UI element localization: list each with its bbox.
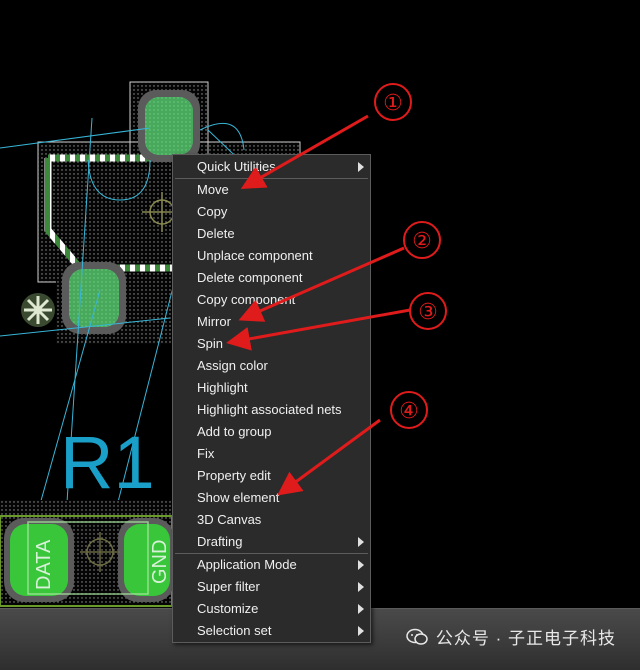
menu-item-unplace-component[interactable]: Unplace component bbox=[173, 245, 370, 267]
menu-item-spin[interactable]: Spin bbox=[173, 333, 370, 355]
menu-item-label: Customize bbox=[197, 601, 259, 616]
pad-top[interactable] bbox=[138, 90, 200, 162]
menu-item-highlight-associated-nets[interactable]: Highlight associated nets bbox=[173, 399, 370, 421]
menu-item-selection-set[interactable]: Selection set bbox=[173, 620, 370, 642]
menu-item-label: Highlight bbox=[197, 380, 248, 395]
menu-item-label: Highlight associated nets bbox=[197, 402, 342, 417]
menu-separator bbox=[175, 178, 368, 179]
menu-item-delete[interactable]: Delete bbox=[173, 223, 370, 245]
menu-item-label: Copy bbox=[197, 204, 228, 219]
menu-item-highlight[interactable]: Highlight bbox=[173, 377, 370, 399]
lower-component[interactable] bbox=[0, 500, 174, 610]
pad-label-gnd: GND bbox=[149, 540, 171, 584]
pad-label-data: DATA bbox=[33, 539, 55, 590]
menu-item-label: Property edit bbox=[197, 468, 271, 483]
menu-item-mirror[interactable]: Mirror bbox=[173, 311, 370, 333]
menu-item-label: Mirror bbox=[197, 314, 231, 329]
submenu-arrow-icon bbox=[358, 537, 364, 547]
submenu-arrow-icon bbox=[358, 560, 364, 570]
menu-item-add-to-group[interactable]: Add to group bbox=[173, 421, 370, 443]
menu-item-label: Super filter bbox=[197, 579, 260, 594]
menu-item-label: Quick Utilities bbox=[197, 159, 276, 174]
menu-item-fix[interactable]: Fix bbox=[173, 443, 370, 465]
menu-item-drafting[interactable]: Drafting bbox=[173, 531, 370, 553]
menu-item-label: Fix bbox=[197, 446, 215, 461]
context-menu[interactable]: Quick Utilities Move Copy Delete Unplace com… bbox=[172, 154, 371, 643]
watermark-text: 公众号 · 子正电子科技 bbox=[435, 629, 616, 648]
menu-item-label: Drafting bbox=[197, 534, 243, 549]
menu-item-application-mode[interactable]: Application Mode bbox=[173, 554, 370, 576]
menu-item-assign-color[interactable]: Assign color bbox=[173, 355, 370, 377]
menu-item-property-edit[interactable]: Property edit bbox=[173, 465, 370, 487]
menu-item-label: Assign color bbox=[197, 358, 268, 373]
wechat-icon bbox=[406, 628, 428, 645]
menu-item-copy[interactable]: Copy bbox=[173, 201, 370, 223]
submenu-arrow-icon bbox=[358, 604, 364, 614]
menu-item-customize[interactable]: Customize bbox=[173, 598, 370, 620]
menu-item-label: Add to group bbox=[197, 424, 272, 439]
submenu-arrow-icon bbox=[358, 582, 364, 592]
menu-item-3d-canvas[interactable]: 3D Canvas bbox=[173, 509, 370, 531]
menu-item-label: Show element bbox=[197, 490, 280, 505]
menu-item-show-element[interactable]: Show element bbox=[173, 487, 370, 509]
watermark: 公众号 · 子正电子科技 bbox=[406, 624, 616, 649]
via-marker[interactable] bbox=[21, 293, 55, 327]
menu-item-label: 3D Canvas bbox=[197, 512, 262, 527]
menu-item-label: Delete component bbox=[197, 270, 303, 285]
menu-item-label: Delete bbox=[197, 226, 235, 241]
menu-item-copy-component[interactable]: Copy component bbox=[173, 289, 370, 311]
submenu-arrow-icon bbox=[358, 162, 364, 172]
menu-item-delete-component[interactable]: Delete component bbox=[173, 267, 370, 289]
component-designator: R1 bbox=[60, 421, 155, 504]
menu-item-super-filter[interactable]: Super filter bbox=[173, 576, 370, 598]
menu-item-move[interactable]: Move bbox=[173, 179, 370, 201]
menu-item-label: Copy component bbox=[197, 292, 296, 307]
menu-item-label: Move bbox=[197, 182, 229, 197]
menu-item-label: Unplace component bbox=[197, 248, 313, 263]
menu-item-quick-utilities[interactable]: Quick Utilities bbox=[173, 156, 370, 178]
menu-separator bbox=[175, 553, 368, 554]
submenu-arrow-icon bbox=[358, 626, 364, 636]
menu-item-label: Spin bbox=[197, 336, 224, 351]
menu-item-label: Application Mode bbox=[197, 557, 297, 572]
menu-item-label: Selection set bbox=[197, 623, 272, 638]
